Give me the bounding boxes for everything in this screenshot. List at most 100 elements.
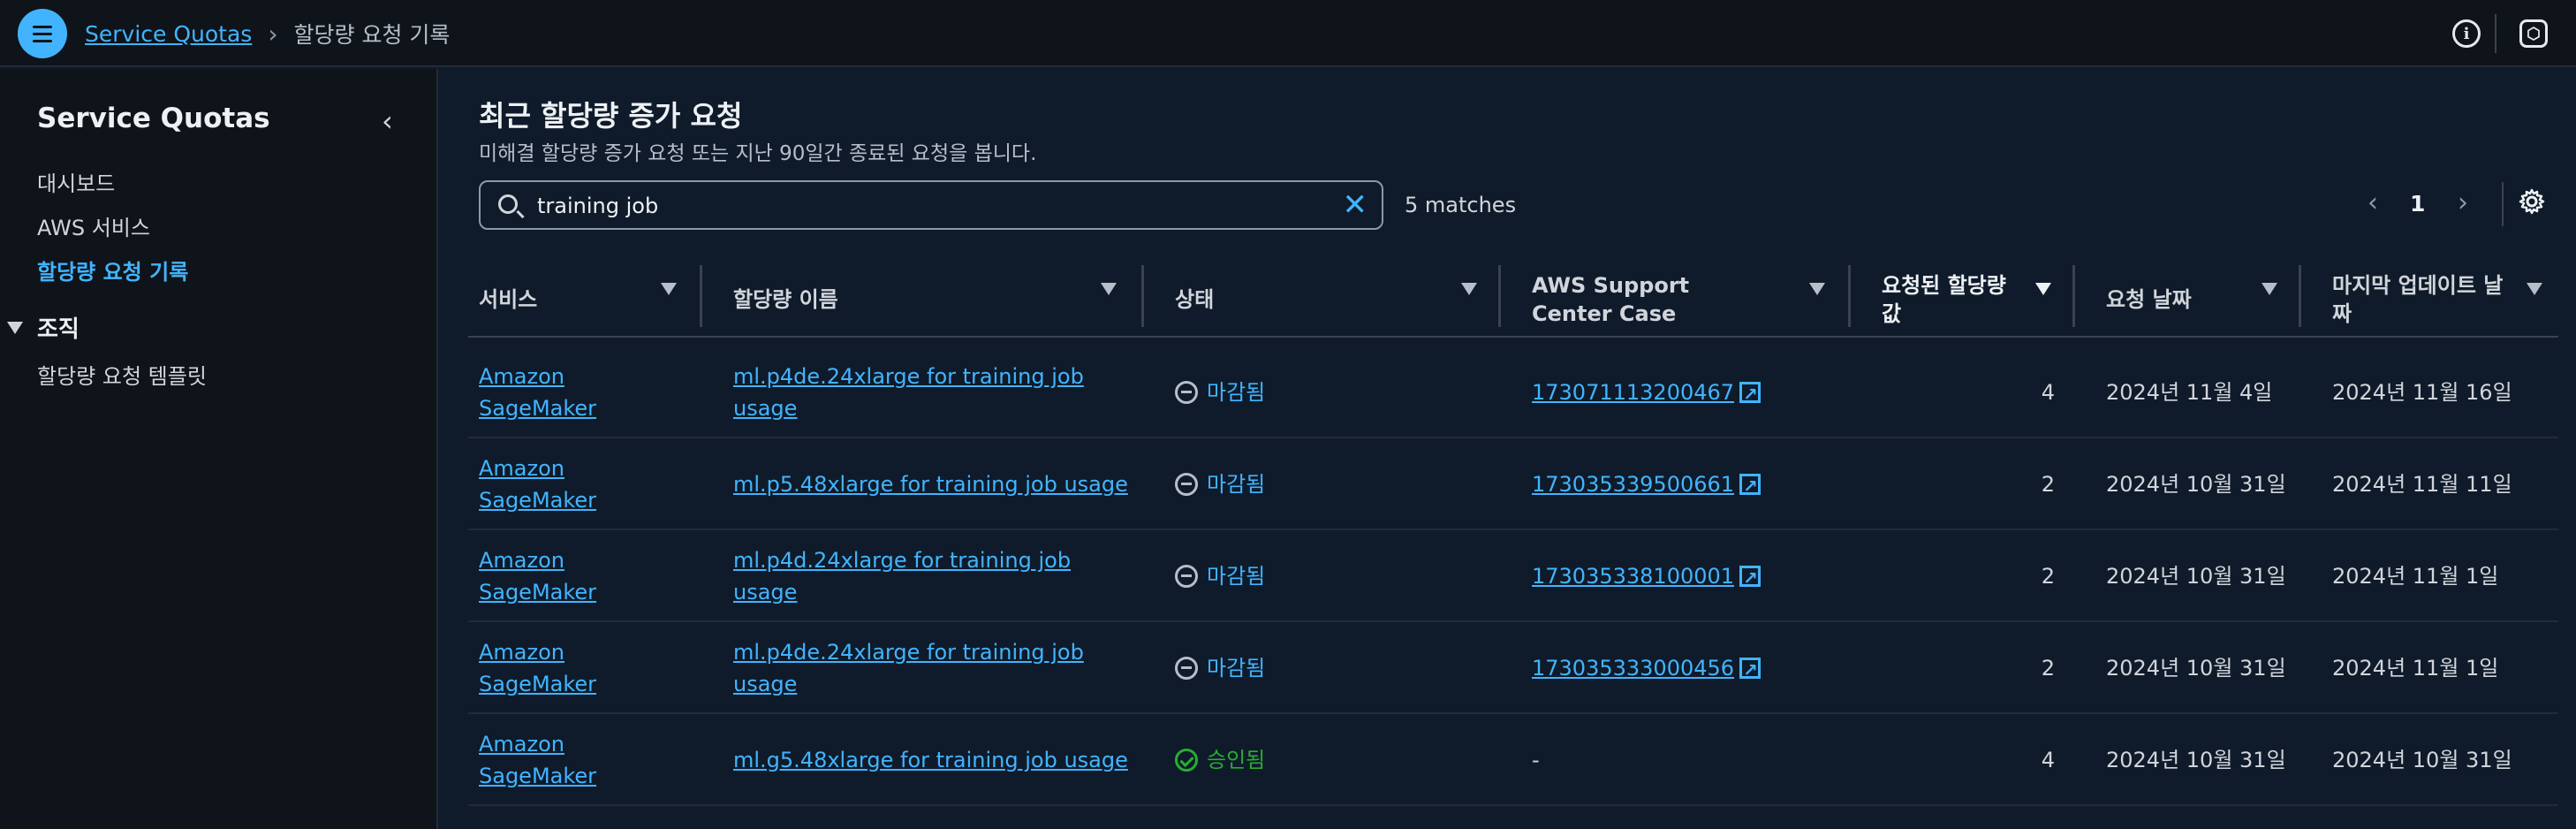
chevron-left-icon[interactable]: ‹ bbox=[2368, 187, 2378, 218]
external-link-icon bbox=[1739, 654, 1762, 686]
column-separator bbox=[1848, 265, 1851, 327]
quota-name-link[interactable]: ml.p4de.24xlarge for training job usage bbox=[733, 636, 1122, 700]
last-updated: 2024년 10월 31일 bbox=[2332, 748, 2512, 772]
external-link-icon bbox=[1739, 470, 1762, 502]
status-closed-icon bbox=[1175, 657, 1198, 680]
service-link[interactable]: Amazon SageMaker bbox=[479, 544, 620, 608]
column-separator bbox=[1141, 265, 1144, 327]
status-text: 마감됨 bbox=[1207, 472, 1266, 497]
external-link-icon bbox=[1739, 562, 1762, 594]
requested-value: 2 bbox=[2041, 564, 2055, 589]
quota-name-link[interactable]: ml.p4de.24xlarge for training job usage bbox=[733, 361, 1122, 424]
table-row: Amazon SageMaker ml.p4d.24xlarge for tra… bbox=[468, 530, 2558, 622]
quota-name-link[interactable]: ml.p5.48xlarge for training job usage bbox=[733, 468, 1128, 500]
breadcrumb-service-quotas-link[interactable]: Service Quotas bbox=[85, 21, 252, 47]
column-header-support-case[interactable]: AWS Support Center Case bbox=[1532, 262, 1744, 338]
column-separator bbox=[2299, 265, 2301, 327]
sidebar-section-label: 조직 bbox=[37, 316, 80, 343]
caret-down-icon[interactable] bbox=[2262, 283, 2277, 295]
request-date: 2024년 11월 4일 bbox=[2106, 380, 2273, 405]
caret-down-icon[interactable] bbox=[1809, 283, 1825, 295]
search-icon bbox=[498, 194, 518, 214]
page-title: 최근 할당량 증가 요청 bbox=[479, 99, 743, 133]
chevron-right-icon: › bbox=[268, 19, 278, 49]
column-separator bbox=[700, 265, 702, 327]
page-description: 미해결 할당량 증가 요청 또는 지난 90일간 종료된 요청을 봅니다. bbox=[479, 142, 1037, 165]
column-header-request-date[interactable]: 요청 날짜 bbox=[2106, 262, 2283, 338]
settings-icon[interactable] bbox=[2518, 187, 2546, 216]
status-text: 승인됨 bbox=[1207, 748, 1266, 772]
chevron-right-icon[interactable]: › bbox=[2458, 187, 2468, 218]
service-link[interactable]: Amazon SageMaker bbox=[479, 728, 620, 792]
info-icon[interactable]: i bbox=[2452, 19, 2481, 48]
quota-name-link[interactable]: ml.p4d.24xlarge for training job usage bbox=[733, 544, 1122, 608]
search-field[interactable]: ✕ bbox=[479, 180, 1383, 230]
top-divider bbox=[2495, 14, 2496, 53]
match-count: 5 matches bbox=[1405, 193, 1517, 217]
quota-name-link[interactable]: ml.g5.48xlarge for training job usage bbox=[733, 744, 1128, 776]
chevron-left-icon[interactable]: ‹ bbox=[382, 104, 393, 138]
table-row: Amazon SageMaker ml.p4de.24xlarge for tr… bbox=[468, 622, 2558, 714]
last-updated: 2024년 11월 1일 bbox=[2332, 656, 2499, 681]
support-case-link[interactable]: 173035338100001 bbox=[1532, 560, 1734, 592]
sidebar-item-dashboard[interactable]: 대시보드 bbox=[37, 166, 115, 197]
top-navigation-bar: Service Quotas › 할당량 요청 기록 i ⬡ bbox=[0, 0, 2576, 67]
table-row: Amazon SageMaker ml.p4de.24xlarge for tr… bbox=[468, 346, 2558, 438]
service-link[interactable]: Amazon SageMaker bbox=[479, 453, 620, 516]
request-date: 2024년 10월 31일 bbox=[2106, 748, 2286, 772]
caret-down-icon[interactable] bbox=[2035, 283, 2051, 295]
support-case-link[interactable]: 173071113200467 bbox=[1532, 376, 1734, 408]
column-header-last-updated[interactable]: 마지막 업데이트 날짜 bbox=[2332, 262, 2518, 338]
status-text: 마감됨 bbox=[1207, 380, 1266, 405]
column-separator bbox=[2072, 265, 2075, 327]
last-updated: 2024년 11월 16일 bbox=[2332, 380, 2512, 405]
support-case-link[interactable]: 173035339500661 bbox=[1532, 468, 1734, 500]
breadcrumb: Service Quotas › 할당량 요청 기록 bbox=[85, 18, 450, 49]
sidebar-title: Service Quotas bbox=[37, 103, 270, 134]
page-number[interactable]: 1 bbox=[2410, 191, 2425, 217]
status-closed-icon bbox=[1175, 565, 1198, 588]
table-row: Amazon SageMaker ml.p5.48xlarge for trai… bbox=[468, 438, 2558, 530]
sidebar: Service Quotas ‹ 대시보드 AWS 서비스 할당량 요청 기록 … bbox=[0, 69, 438, 829]
close-icon[interactable]: ✕ bbox=[1343, 189, 1368, 221]
requested-value: 4 bbox=[2041, 748, 2055, 772]
feedback-icon[interactable]: ⬡ bbox=[2519, 19, 2548, 48]
status-text: 마감됨 bbox=[1207, 656, 1266, 681]
menu-icon[interactable] bbox=[18, 9, 67, 58]
column-header-quota-name[interactable]: 할당량 이름 bbox=[733, 262, 1069, 338]
request-date: 2024년 10월 31일 bbox=[2106, 656, 2286, 681]
search-input[interactable] bbox=[537, 191, 1315, 221]
caret-down-icon[interactable] bbox=[2527, 283, 2542, 295]
last-updated: 2024년 11월 1일 bbox=[2332, 564, 2499, 589]
request-date: 2024년 10월 31일 bbox=[2106, 472, 2286, 497]
request-date: 2024년 10월 31일 bbox=[2106, 564, 2286, 589]
requested-value: 2 bbox=[2041, 472, 2055, 497]
external-link-icon bbox=[1739, 378, 1762, 410]
requested-value: 4 bbox=[2041, 380, 2055, 405]
sidebar-item-quota-request-template[interactable]: 할당량 요청 템플릿 bbox=[37, 359, 207, 390]
breadcrumb-current: 할당량 요청 기록 bbox=[293, 22, 451, 48]
caret-down-icon bbox=[7, 321, 23, 334]
status-text: 마감됨 bbox=[1207, 564, 1266, 589]
requested-value: 2 bbox=[2041, 656, 2055, 681]
table-header: 서비스 할당량 이름 상태 AWS Support Center Case 요청… bbox=[468, 262, 2558, 338]
column-header-status[interactable]: 상태 bbox=[1175, 262, 1440, 338]
column-header-service[interactable]: 서비스 bbox=[479, 262, 673, 338]
support-case-link[interactable]: 173035333000456 bbox=[1532, 652, 1734, 684]
status-closed-icon bbox=[1175, 381, 1198, 404]
status-approved-icon bbox=[1175, 749, 1198, 772]
sidebar-item-quota-request-history[interactable]: 할당량 요청 기록 bbox=[37, 255, 188, 285]
caret-down-icon[interactable] bbox=[661, 283, 677, 295]
sidebar-section-organization[interactable]: 조직 bbox=[7, 311, 80, 344]
status-closed-icon bbox=[1175, 473, 1198, 496]
pager-divider bbox=[2502, 182, 2504, 226]
last-updated: 2024년 11월 11일 bbox=[2332, 472, 2512, 497]
table-row: Amazon SageMaker ml.g5.48xlarge for trai… bbox=[468, 714, 2558, 806]
sidebar-item-aws-services[interactable]: AWS 서비스 bbox=[37, 210, 150, 241]
service-link[interactable]: Amazon SageMaker bbox=[479, 361, 620, 424]
column-header-requested-value[interactable]: 요청된 할당량 값 bbox=[1882, 262, 2032, 338]
caret-down-icon[interactable] bbox=[1461, 283, 1477, 295]
column-separator bbox=[1498, 265, 1501, 327]
service-link[interactable]: Amazon SageMaker bbox=[479, 636, 620, 700]
caret-down-icon[interactable] bbox=[1101, 283, 1117, 295]
